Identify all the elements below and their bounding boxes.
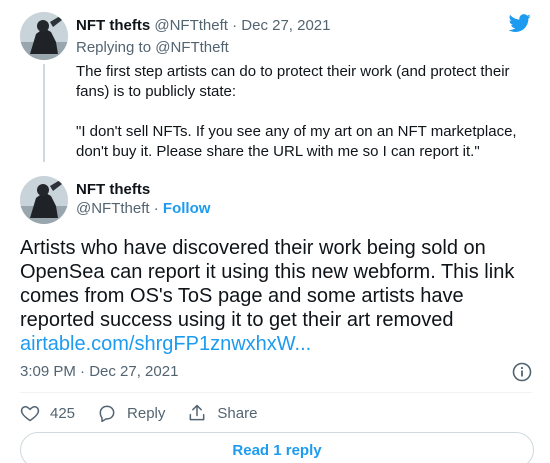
parent-display-name[interactable]: NFT thefts [76, 17, 150, 34]
share-icon [189, 404, 205, 421]
parent-tweet-text: The first step artists can do to protect… [76, 62, 526, 182]
reply-button[interactable]: Reply [97, 403, 165, 423]
parent-text-paragraph: The first step artists can do to protect… [76, 63, 510, 100]
parent-text-quote: "I don't sell NFTs. If you see any of my… [76, 123, 517, 160]
share-button[interactable]: Share [187, 403, 257, 423]
main-tweet-text: Artists who have discovered their work b… [20, 236, 535, 356]
reply-label: Reply [127, 404, 166, 422]
parent-tweet-header: NFT thefts @NFTtheft · Dec 27, 2021 [76, 16, 331, 36]
main-handle-row: @NFTtheft · Follow [76, 199, 210, 219]
main-tweet-body: Artists who have discovered their work b… [20, 237, 515, 331]
info-icon[interactable] [512, 362, 532, 382]
tweet-link[interactable]: airtable.com/shrgFP1znwxhxW... [20, 333, 311, 355]
parent-separator: · [232, 17, 238, 34]
share-label: Share [217, 404, 258, 422]
parent-avatar[interactable] [20, 12, 68, 60]
parent-date[interactable]: Dec 27, 2021 [241, 17, 330, 34]
main-display-name[interactable]: NFT thefts [76, 180, 150, 200]
heart-icon [20, 406, 40, 422]
follow-button[interactable]: Follow [163, 200, 211, 217]
replying-handle-link[interactable]: @NFTtheft [155, 39, 229, 56]
embedded-tweet-card: NFT thefts @NFTtheft · Dec 27, 2021 Repl… [0, 0, 550, 463]
reply-bubble-icon [99, 405, 115, 423]
twitter-bird-icon[interactable] [508, 12, 532, 34]
thread-connector-line [43, 64, 45, 162]
replying-prefix: Replying to [76, 39, 152, 56]
main-handle[interactable]: @NFTtheft [76, 200, 150, 217]
like-count: 425 [50, 404, 76, 422]
main-separator: · [153, 200, 159, 217]
like-button[interactable]: 425 [20, 403, 75, 423]
parent-handle[interactable]: @NFTtheft [154, 17, 228, 34]
read-replies-button[interactable]: Read 1 reply [20, 432, 534, 463]
tweet-timestamp[interactable]: 3:09 PM · Dec 27, 2021 [20, 362, 178, 382]
replying-to-line: Replying to @NFTtheft [76, 38, 229, 58]
actions-divider [20, 392, 532, 393]
tweet-actions: 425 Reply Share [20, 401, 279, 425]
main-avatar[interactable] [20, 176, 68, 224]
